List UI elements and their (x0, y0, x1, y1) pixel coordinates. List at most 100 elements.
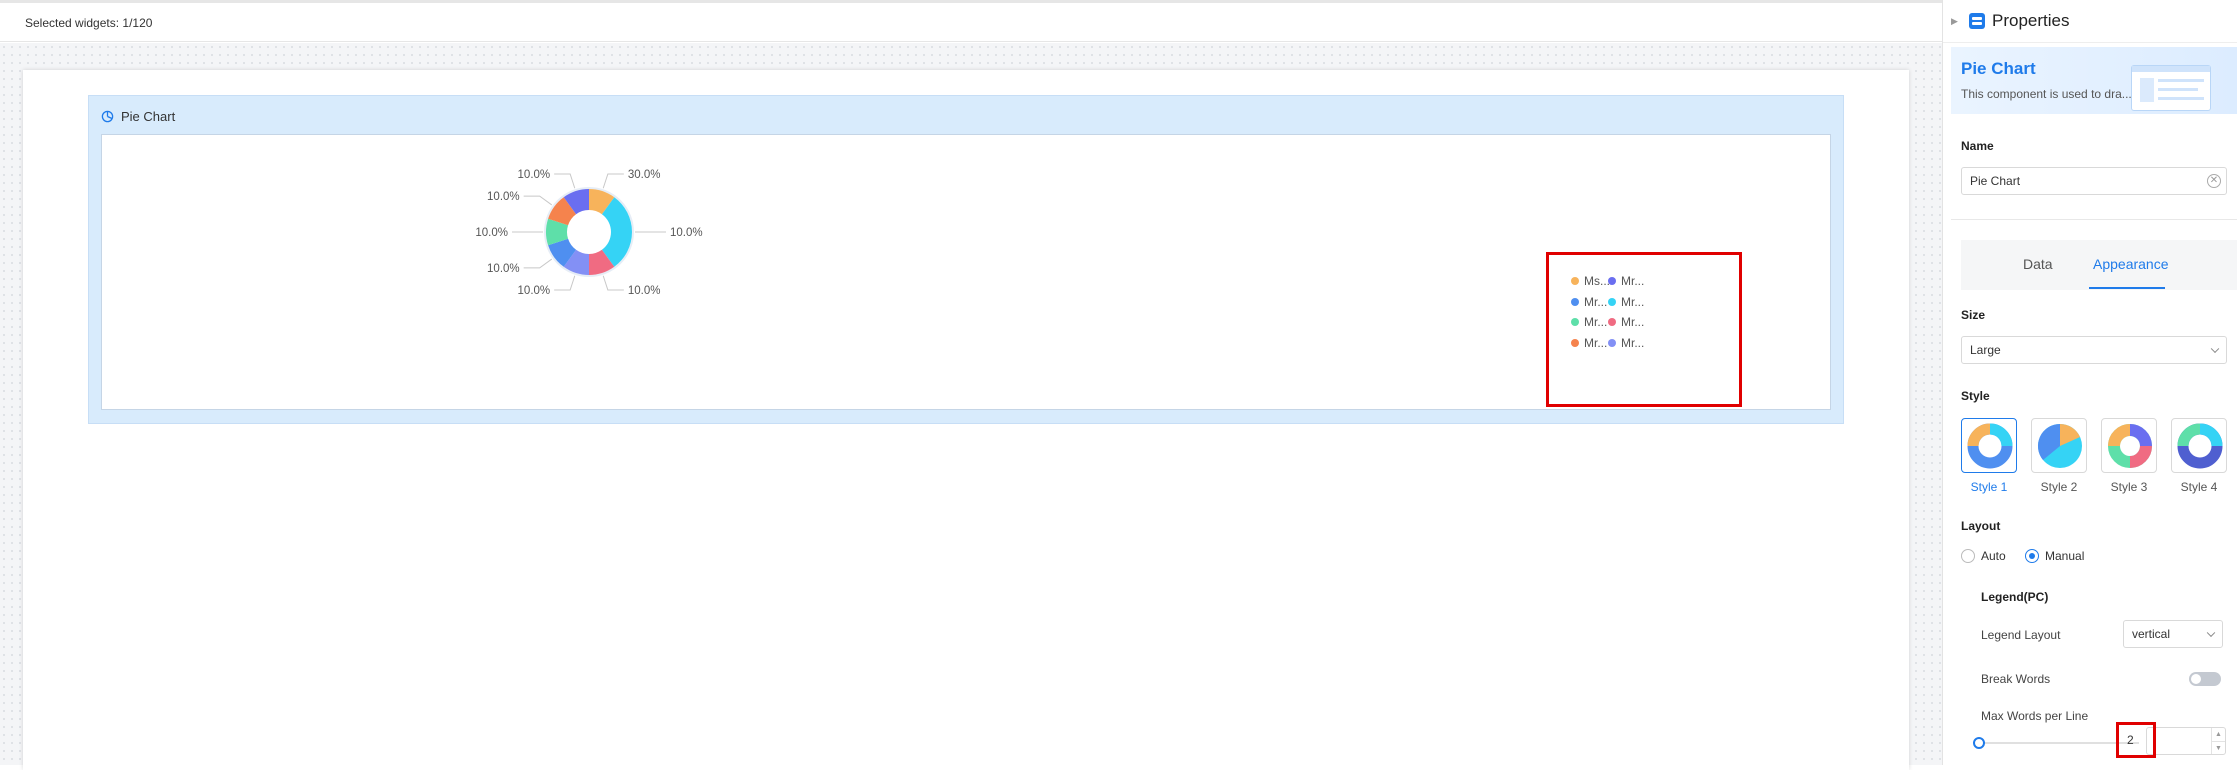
legend-layout-label: Legend Layout (1981, 628, 2061, 642)
name-input[interactable]: Pie Chart ✕ (1961, 167, 2227, 195)
max-words-slider-track[interactable] (1979, 742, 2139, 744)
tab-data[interactable]: Data (2023, 256, 2053, 272)
radio-checked-icon (2025, 549, 2039, 563)
style-2-label[interactable]: Style 2 (2024, 480, 2094, 494)
selected-widgets-text: Selected widgets: 1/120 (25, 16, 153, 30)
tab-appearance[interactable]: Appearance (2093, 256, 2169, 272)
legend-pc-heading: Legend(PC) (1981, 590, 2049, 604)
legend-dot-icon (1608, 338, 1616, 347)
clear-icon[interactable]: ✕ (2207, 174, 2221, 188)
legend-label: Mr... (1621, 274, 1645, 288)
slice-percent-label: 10.0% (670, 227, 703, 239)
slice-percent-label: 10.0% (628, 285, 661, 297)
label-leader-line (554, 275, 576, 291)
chevron-down-icon (2206, 628, 2216, 638)
legend-item[interactable]: Mr... (1608, 336, 1644, 350)
style-option-2[interactable] (2031, 418, 2087, 473)
widget-title: Pie Chart (101, 106, 175, 126)
slice-percent-label: 30.0% (628, 169, 661, 181)
donut-style-3-icon (2108, 424, 2152, 468)
pie-chart-icon (101, 110, 114, 122)
legend-item[interactable]: Mr... (1608, 315, 1644, 329)
style-1-label[interactable]: Style 1 (1954, 480, 2024, 494)
legend-label: Mr... (1621, 315, 1645, 329)
slice-percent-label: 10.0% (487, 263, 520, 275)
legend-label: Mr... (1584, 294, 1608, 309)
size-select[interactable]: Large (1961, 336, 2227, 364)
max-words-input[interactable]: ▲ ▼ (2146, 727, 2226, 755)
max-words-value: 2 (2127, 733, 2134, 747)
properties-panel: ▶ Properties Pie Chart This component is… (1942, 0, 2237, 765)
legend-label: Mr... (1584, 335, 1608, 350)
style-label: Style (1961, 389, 1990, 403)
layout-auto-label: Auto (1981, 549, 2006, 563)
legend-item[interactable]: Mr... (1571, 315, 1607, 329)
legend-dot-icon (1608, 277, 1616, 285)
widget-title-text: Pie Chart (121, 108, 176, 124)
design-canvas[interactable]: Pie Chart 30.0% 10.0% 10.0% 10.0% 10.0% 10.0%… (0, 43, 1942, 770)
slice-percent-label: 10.0% (518, 285, 551, 297)
chart-area[interactable]: 30.0% 10.0% 10.0% 10.0% 10.0% 10.0% 10.0% 10.0%… (101, 134, 1831, 410)
max-words-value-highlight[interactable]: 2 (2116, 722, 2156, 758)
status-bar: Selected widgets: 1/120 (0, 0, 1942, 42)
max-words-label: Max Words per Line (1981, 709, 2089, 723)
panel-header: ▶ Properties (1943, 0, 2237, 43)
style-4-label[interactable]: Style 4 (2164, 480, 2234, 494)
break-words-toggle[interactable] (2189, 672, 2221, 686)
size-label: Size (1961, 308, 1986, 322)
break-words-label: Break Words (1981, 672, 2051, 686)
increment-icon[interactable]: ▲ (2211, 728, 2225, 741)
legend-item[interactable]: Mr... (1571, 336, 1607, 350)
component-illustration (2131, 65, 2211, 111)
chart-legend: Ms... Mr... Mr... Mr... Mr... Mr... Mr... Mr... (1546, 252, 1742, 407)
name-input-value: Pie Chart (1970, 174, 2021, 188)
legend-item[interactable]: Mr... (1608, 295, 1644, 309)
properties-icon (1969, 13, 1985, 29)
layout-manual-radio[interactable]: Manual (2025, 549, 2084, 563)
pie-style-2-icon (2037, 423, 2082, 468)
slice-percent-label: 10.0% (487, 191, 520, 203)
legend-layout-select[interactable]: vertical (2123, 620, 2223, 648)
size-select-value: Large (1970, 343, 2001, 357)
legend-label: Mr... (1584, 315, 1608, 329)
max-words-slider-handle[interactable] (1973, 737, 1985, 749)
component-name: Pie Chart (1961, 59, 2036, 78)
donut-style-4-icon (2177, 423, 2223, 469)
label-leader-line (523, 195, 553, 206)
layout-auto-radio[interactable]: Auto (1961, 549, 2006, 563)
legend-dot-icon (1571, 338, 1579, 347)
legend-dot-icon (1571, 297, 1579, 306)
page-surface[interactable]: Pie Chart 30.0% 10.0% 10.0% 10.0% 10.0% 10.0%… (23, 70, 1909, 770)
legend-dot-icon (1571, 318, 1579, 326)
label-leader-line (602, 275, 624, 291)
legend-item[interactable]: Ms... (1571, 274, 1610, 288)
slice-percent-label: 10.0% (475, 227, 508, 239)
style-option-4[interactable] (2171, 418, 2227, 473)
collapse-caret-icon[interactable]: ▶ (1951, 16, 1963, 27)
donut-style-1-icon (1967, 423, 2013, 469)
legend-dot-icon (1608, 297, 1616, 306)
style-3-label[interactable]: Style 3 (2094, 480, 2164, 494)
component-banner: Pie Chart This component is used to dra.… (1951, 47, 2237, 114)
layout-label: Layout (1961, 519, 2001, 533)
label-leader-line (523, 258, 553, 269)
label-leader-line (602, 173, 624, 189)
decrement-icon[interactable]: ▼ (2211, 741, 2225, 754)
style-option-3[interactable] (2101, 418, 2157, 473)
layout-manual-label: Manual (2045, 549, 2085, 563)
legend-label: Mr... (1621, 294, 1645, 309)
active-tab-indicator (2089, 287, 2165, 289)
legend-label: Mr... (1621, 335, 1645, 350)
style-option-1[interactable] (1961, 418, 2017, 473)
radio-unchecked-icon (1961, 549, 1975, 563)
name-label: Name (1961, 139, 1994, 153)
slice-percent-label: 10.0% (518, 169, 551, 181)
legend-item[interactable]: Mr... (1571, 295, 1607, 309)
divider (1951, 219, 2237, 220)
legend-dot-icon (1571, 277, 1579, 285)
property-tabs: Data Appearance (1961, 240, 2237, 290)
legend-item[interactable]: Mr... (1608, 274, 1644, 288)
pie-chart-widget[interactable]: Pie Chart 30.0% 10.0% 10.0% 10.0% 10.0% 10.0%… (88, 95, 1844, 424)
panel-title: Properties (1992, 11, 2070, 30)
legend-layout-value: vertical (2132, 627, 2171, 641)
